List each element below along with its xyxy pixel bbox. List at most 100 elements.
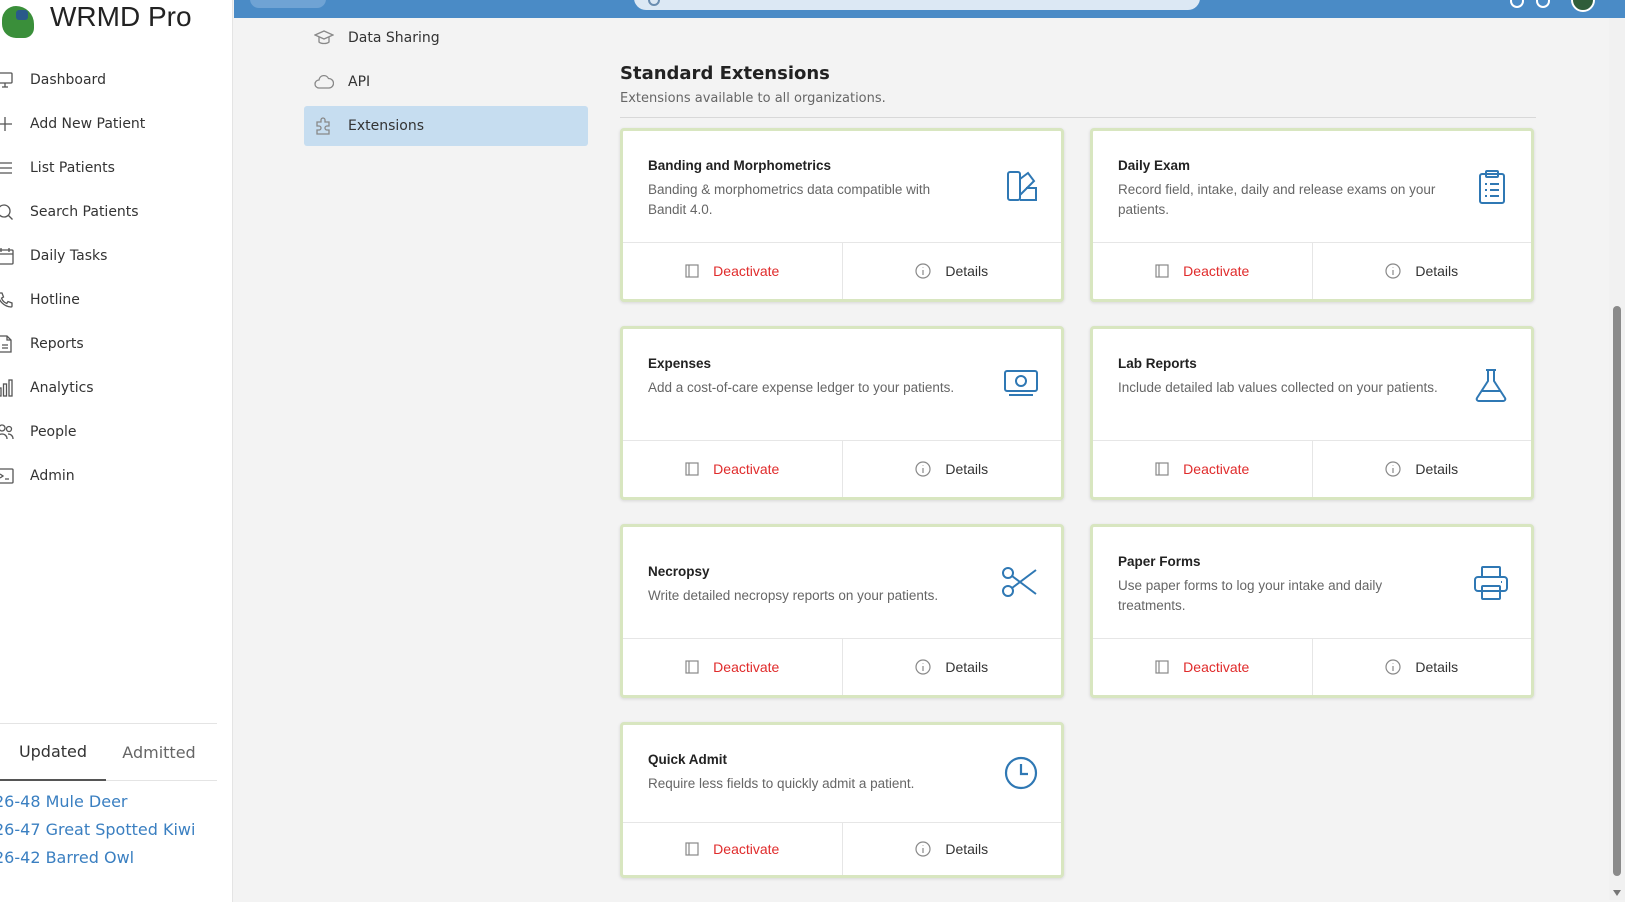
flask-icon (1475, 369, 1507, 402)
details-button[interactable]: Details (1311, 243, 1532, 299)
deactivate-label: Deactivate (1183, 659, 1250, 675)
extension-card-paper-forms: Paper Forms Use paper forms to log your … (1090, 524, 1534, 698)
menu-toggle-button[interactable] (250, 0, 326, 8)
details-button[interactable]: Details (841, 823, 1062, 875)
extension-title: Banding and Morphometrics (648, 158, 832, 173)
clipboard-list-icon (1479, 170, 1505, 204)
graduation-cap-icon (314, 30, 334, 45)
deactivate-label: Deactivate (713, 841, 780, 857)
bar-chart-icon (0, 366, 30, 410)
subnav-label: Extensions (348, 118, 425, 134)
deactivate-button[interactable]: Deactivate (623, 441, 842, 497)
deactivate-button[interactable]: Deactivate (623, 639, 842, 695)
deactivate-button[interactable]: Deactivate (1093, 243, 1312, 299)
nav-label: List Patients (30, 160, 115, 176)
extension-card-lab-reports: Lab Reports Include detailed lab values … (1090, 326, 1534, 500)
top-bar (234, 0, 1625, 18)
section-title: Standard Extensions (620, 63, 830, 84)
deactivate-button[interactable]: Deactivate (1093, 639, 1312, 695)
details-label: Details (945, 659, 989, 675)
nav-people[interactable]: People (0, 410, 233, 454)
brand-name: WRMD Pro (50, 1, 192, 32)
nav-admin[interactable]: Admin (0, 454, 233, 498)
details-label: Details (945, 263, 989, 279)
avatar[interactable] (1571, 0, 1595, 12)
nav-hotline[interactable]: Hotline (0, 278, 233, 322)
subnav-extensions[interactable]: Extensions (304, 106, 588, 146)
deactivate-button[interactable]: Deactivate (1093, 441, 1312, 497)
nav-search-patients[interactable]: Search Patients (0, 190, 233, 234)
details-button[interactable]: Details (1311, 441, 1532, 497)
extension-title: Daily Exam (1118, 158, 1191, 173)
book-icon (685, 842, 699, 856)
extension-title: Paper Forms (1118, 554, 1201, 569)
notification-icon[interactable] (1536, 0, 1550, 8)
plus-icon (0, 102, 30, 146)
calendar-icon (0, 234, 30, 278)
extension-card-quick-admit: Quick Admit Require less fields to quick… (620, 722, 1064, 878)
sidebar: WRMD Pro Dashboard Add New Patient List … (0, 0, 233, 902)
extension-description: Require less fields to quickly admit a p… (648, 776, 915, 791)
subnav-label: API (348, 74, 371, 90)
extension-title: Quick Admit (648, 752, 728, 767)
cloud-icon (314, 74, 334, 89)
info-icon (1385, 461, 1401, 477)
nav-list-patients[interactable]: List Patients (0, 146, 233, 190)
deactivate-button[interactable]: Deactivate (623, 823, 842, 875)
recent-patient-link[interactable]: 26-48 Mule Deer (0, 792, 195, 820)
book-icon (685, 264, 699, 278)
extension-description: Record field, intake, daily and release … (1118, 182, 1436, 217)
book-icon (1155, 264, 1169, 278)
printer-icon (1474, 566, 1508, 600)
swatch-book-icon (1007, 171, 1037, 201)
tab-admitted[interactable]: Admitted (106, 724, 212, 781)
details-button[interactable]: Details (841, 639, 1062, 695)
deactivate-button[interactable]: Deactivate (623, 243, 842, 299)
details-label: Details (1415, 461, 1459, 477)
nav-analytics[interactable]: Analytics (0, 366, 233, 410)
extension-description: Use paper forms to log your intake and d… (1118, 578, 1383, 613)
logo[interactable]: WRMD Pro (0, 0, 192, 40)
info-icon (1385, 263, 1401, 279)
nav-label: Search Patients (30, 204, 139, 220)
details-label: Details (945, 461, 989, 477)
monitor-icon (0, 58, 30, 102)
info-icon (915, 841, 931, 857)
book-icon (1155, 462, 1169, 476)
extension-description: Write detailed necropsy reports on your … (648, 588, 939, 603)
settings-subnav: Data Sharing API Extensions (304, 18, 588, 150)
nav-reports[interactable]: Reports (0, 322, 233, 366)
subnav-label: Data Sharing (348, 30, 440, 46)
clock-icon (1004, 756, 1038, 790)
extension-card-banding: Banding and Morphometrics Banding & morp… (620, 128, 1064, 302)
recent-patient-link[interactable]: 26-47 Great Spotted Kiwi (0, 820, 195, 848)
subnav-data-sharing[interactable]: Data Sharing (304, 18, 588, 58)
deactivate-label: Deactivate (713, 659, 780, 675)
help-icon[interactable] (1510, 0, 1524, 8)
tab-updated[interactable]: Updated (0, 724, 106, 781)
info-icon (915, 461, 931, 477)
subnav-api[interactable]: API (304, 62, 588, 102)
scroll-down-arrow[interactable] (1613, 890, 1621, 896)
recent-patient-link[interactable]: 26-42 Barred Owl (0, 848, 195, 876)
people-icon (0, 410, 30, 454)
nav-add-new-patient[interactable]: Add New Patient (0, 102, 233, 146)
scrollbar-thumb[interactable] (1613, 306, 1621, 876)
extension-card-expenses: Expenses Add a cost-of-care expense ledg… (620, 326, 1064, 500)
details-button[interactable]: Details (1311, 639, 1532, 695)
deactivate-label: Deactivate (1183, 461, 1250, 477)
nav-daily-tasks[interactable]: Daily Tasks (0, 234, 233, 278)
document-icon (0, 322, 30, 366)
global-search-input[interactable] (634, 0, 1200, 10)
deactivate-label: Deactivate (713, 263, 780, 279)
details-button[interactable]: Details (841, 243, 1062, 299)
page-scrollbar[interactable] (1609, 18, 1625, 900)
details-label: Details (1415, 263, 1459, 279)
scissors-icon (1002, 567, 1037, 597)
nav-dashboard[interactable]: Dashboard (0, 58, 233, 102)
extension-description: Banding & morphometrics data compatible … (648, 182, 931, 217)
recent-patients-tabs: Updated Admitted (0, 723, 217, 781)
extension-title: Lab Reports (1118, 356, 1197, 371)
details-button[interactable]: Details (841, 441, 1062, 497)
info-icon (1385, 659, 1401, 675)
